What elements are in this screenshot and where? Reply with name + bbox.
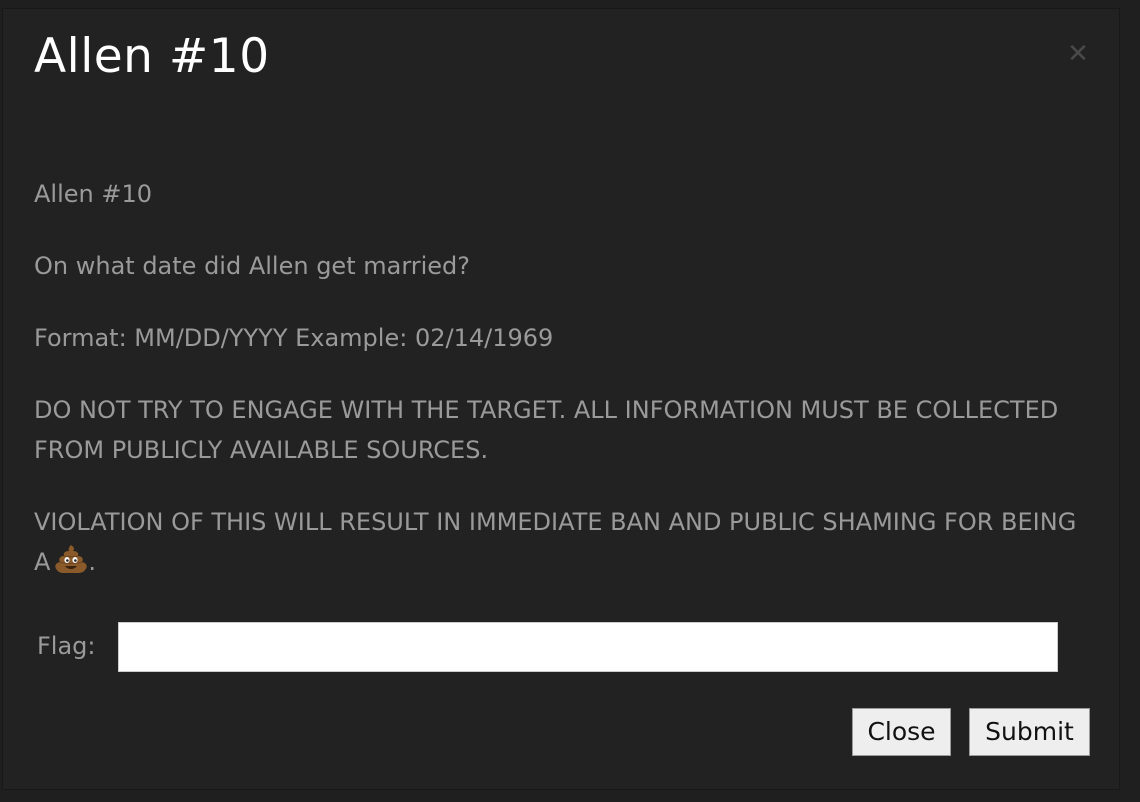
modal-title: Allen #10 [34, 29, 270, 84]
flag-row: Flag: [37, 622, 1067, 674]
close-icon[interactable]: ✕ [1066, 41, 1090, 67]
engagement-warning: DO NOT TRY TO ENGAGE WITH THE TARGET. AL… [34, 396, 1059, 464]
flag-label: Flag: [37, 632, 96, 660]
submit-button[interactable]: Submit [969, 708, 1090, 756]
pile-of-poo-icon [55, 545, 88, 573]
violation-warning: VIOLATION OF THIS WILL RESULT IN IMMEDIA… [34, 502, 1084, 582]
challenge-question: On what date did Allen get married? [34, 252, 471, 280]
answer-format: Format: MM/DD/YYYY Example: 02/14/1969 [34, 324, 554, 352]
flag-input[interactable] [118, 622, 1058, 672]
violation-text: VIOLATION OF THIS WILL RESULT IN IMMEDIA… [34, 508, 1077, 576]
challenge-modal: Allen #10 ✕ Allen #10 On what date did A… [3, 9, 1119, 789]
challenge-name: Allen #10 [34, 180, 153, 208]
violation-period: . [88, 548, 97, 576]
close-button[interactable]: Close [852, 708, 951, 756]
challenge-description: Allen #10 On what date did Allen get mar… [34, 174, 1084, 614]
